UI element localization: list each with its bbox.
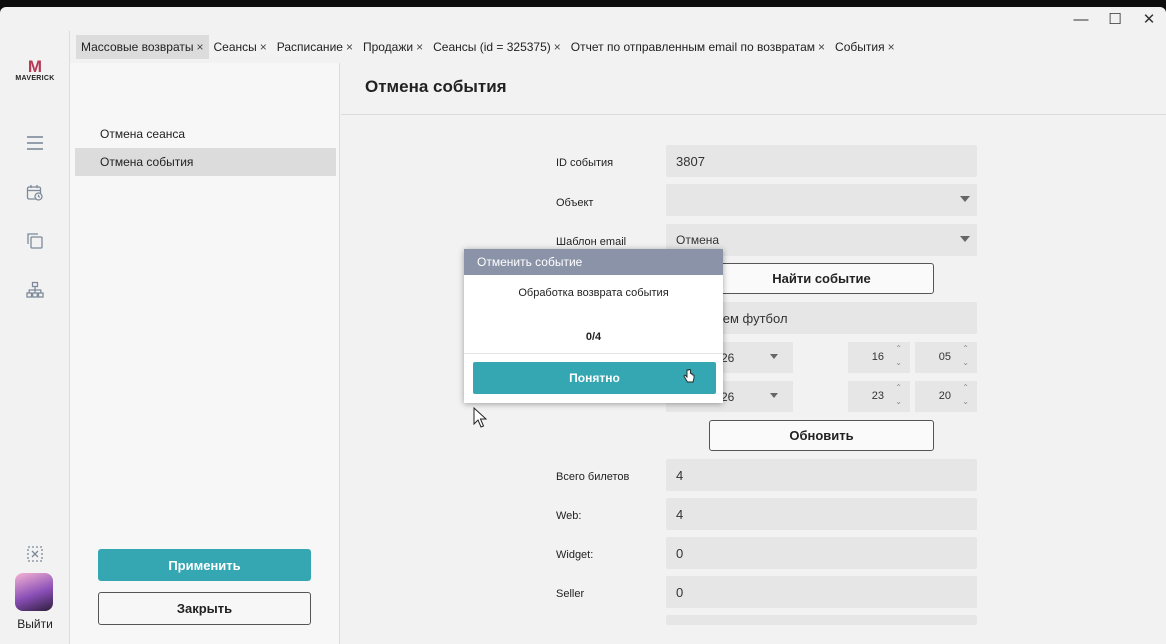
- sidenav: Отмена сеанса Отмена события Применить З…: [70, 63, 340, 644]
- tab-close-icon[interactable]: ×: [554, 40, 561, 54]
- seller-value: 0: [676, 584, 684, 600]
- close-button[interactable]: Закрыть: [98, 592, 311, 625]
- arrow-cursor-icon: [473, 407, 487, 428]
- time-to-minute-spinner[interactable]: 20 ⌃ ⌄: [915, 381, 977, 412]
- copy-icon[interactable]: [23, 229, 47, 253]
- exit-label[interactable]: Выйти: [0, 617, 70, 631]
- close-window-button[interactable]: ✕: [1132, 7, 1166, 31]
- dialog-title: Отменить событие: [464, 249, 723, 275]
- sidenav-item-cancel-event[interactable]: Отмена события: [75, 148, 336, 176]
- spinner-down-icon[interactable]: ⌄: [962, 397, 969, 406]
- tab-bar: Массовые возвраты × Сеансы × Расписание × П…: [70, 31, 1166, 63]
- dialog-progress: 0/4: [585, 331, 602, 343]
- chevron-down-icon: [770, 393, 778, 398]
- page-title: Отмена события: [365, 77, 507, 96]
- window-controls: — ☐ ✕: [1064, 7, 1166, 31]
- tab-email-report[interactable]: Отчет по отправленным email по возвратам…: [566, 35, 830, 59]
- tab-close-icon[interactable]: ×: [260, 40, 267, 54]
- event-id-input[interactable]: 3807: [666, 145, 977, 177]
- maximize-button[interactable]: ☐: [1098, 7, 1132, 31]
- spinner-down-icon[interactable]: ⌄: [895, 397, 902, 406]
- spinner-value: 23: [871, 390, 884, 402]
- date-to-value: 26: [721, 389, 735, 404]
- calendar-clock-icon[interactable]: [23, 181, 47, 205]
- apply-button[interactable]: Применить: [98, 549, 311, 581]
- left-rail: M MAVERICK Выйти: [0, 31, 70, 644]
- time-from-hour-spinner[interactable]: 16 ⌃ ⌄: [848, 342, 910, 373]
- web-field: 4: [666, 498, 977, 530]
- widget-label: Widget:: [556, 549, 594, 561]
- event-id-label: ID события: [556, 157, 614, 169]
- email-template-label: Шаблон email: [556, 236, 627, 248]
- tab-sessions[interactable]: Сеансы ×: [209, 35, 272, 59]
- tab-schedule[interactable]: Расписание ×: [272, 35, 358, 59]
- sidenav-item-label: Отмена сеанса: [100, 127, 186, 141]
- spinner-up-icon[interactable]: ⌃: [962, 383, 969, 392]
- main-header: Отмена события: [341, 63, 1166, 115]
- next-field-partial: [666, 615, 977, 625]
- dialog-divider: [464, 353, 723, 354]
- widget-value: 0: [676, 545, 684, 561]
- minimize-button[interactable]: —: [1064, 7, 1098, 31]
- avatar[interactable]: [15, 573, 53, 611]
- time-from-minute-spinner[interactable]: 05 ⌃ ⌄: [915, 342, 977, 373]
- event-id-value: 3807: [676, 153, 705, 169]
- tab-close-icon[interactable]: ×: [818, 40, 825, 54]
- date-from-value: 26: [721, 350, 735, 365]
- hierarchy-icon[interactable]: [23, 278, 47, 302]
- app-window: — ☐ ✕ M MAVERICK Выйти Массовые возвраты…: [0, 7, 1166, 644]
- tab-label: Расписание: [276, 40, 343, 54]
- tab-label: Отчет по отправленным email по возвратам: [570, 40, 816, 54]
- tab-label: Массовые возвраты: [81, 40, 194, 54]
- app-logo: M MAVERICK: [8, 57, 62, 82]
- spinner-value: 16: [871, 351, 884, 363]
- seller-field: 0: [666, 576, 977, 608]
- tab-close-icon[interactable]: ×: [196, 40, 203, 54]
- total-tickets-field: 4: [666, 459, 977, 491]
- tab-close-icon[interactable]: ×: [346, 40, 353, 54]
- tab-close-icon[interactable]: ×: [416, 40, 423, 54]
- logo-mark: M: [27, 57, 43, 76]
- tab-label: Продажи: [362, 40, 414, 54]
- hand-cursor-icon: [683, 369, 695, 383]
- seller-label: Seller: [556, 588, 585, 600]
- tab-sales[interactable]: Продажи ×: [358, 35, 428, 59]
- event-name-value: чем футбол: [716, 310, 788, 326]
- tab-label: Сеансы (id = 325375): [433, 40, 551, 54]
- close-square-icon[interactable]: [23, 542, 47, 566]
- web-value: 4: [676, 506, 684, 522]
- spinner-value: 20: [938, 390, 951, 402]
- email-template-value: Отмена: [676, 233, 720, 247]
- object-label: Объект: [556, 197, 594, 209]
- widget-field: 0: [666, 537, 977, 569]
- chevron-down-icon: [770, 354, 778, 359]
- spinner-down-icon[interactable]: ⌄: [962, 358, 969, 367]
- sidenav-item-label: Отмена события: [100, 155, 194, 169]
- refresh-button[interactable]: Обновить: [709, 420, 934, 451]
- spinner-up-icon[interactable]: ⌃: [895, 383, 902, 392]
- total-tickets-label: Всего билетов: [556, 471, 630, 483]
- tab-label: Сеансы: [213, 40, 257, 54]
- tab-label: События: [835, 40, 885, 54]
- chevron-down-icon: [960, 236, 970, 242]
- menu-icon[interactable]: [23, 131, 47, 155]
- total-tickets-value: 4: [676, 467, 684, 483]
- dialog-ok-button[interactable]: Понятно: [473, 362, 716, 394]
- web-label: Web:: [556, 510, 582, 522]
- chevron-down-icon: [960, 196, 970, 202]
- spinner-up-icon[interactable]: ⌃: [895, 344, 902, 353]
- spinner-value: 05: [938, 351, 951, 363]
- tab-close-icon[interactable]: ×: [888, 40, 895, 54]
- time-to-hour-spinner[interactable]: 23 ⌃ ⌄: [848, 381, 910, 412]
- logo-text: MAVERICK: [15, 75, 55, 82]
- find-event-button[interactable]: Найти событие: [709, 263, 934, 294]
- dialog-message: Обработка возврата события: [518, 287, 669, 299]
- spinner-down-icon[interactable]: ⌄: [895, 358, 902, 367]
- sidenav-item-cancel-session[interactable]: Отмена сеанса: [75, 120, 336, 148]
- object-select[interactable]: [666, 184, 977, 216]
- spinner-up-icon[interactable]: ⌃: [962, 344, 969, 353]
- tab-session-detail[interactable]: Сеансы (id = 325375) ×: [428, 35, 566, 59]
- tab-events[interactable]: События ×: [830, 35, 900, 59]
- tab-mass-returns[interactable]: Массовые возвраты ×: [76, 35, 209, 59]
